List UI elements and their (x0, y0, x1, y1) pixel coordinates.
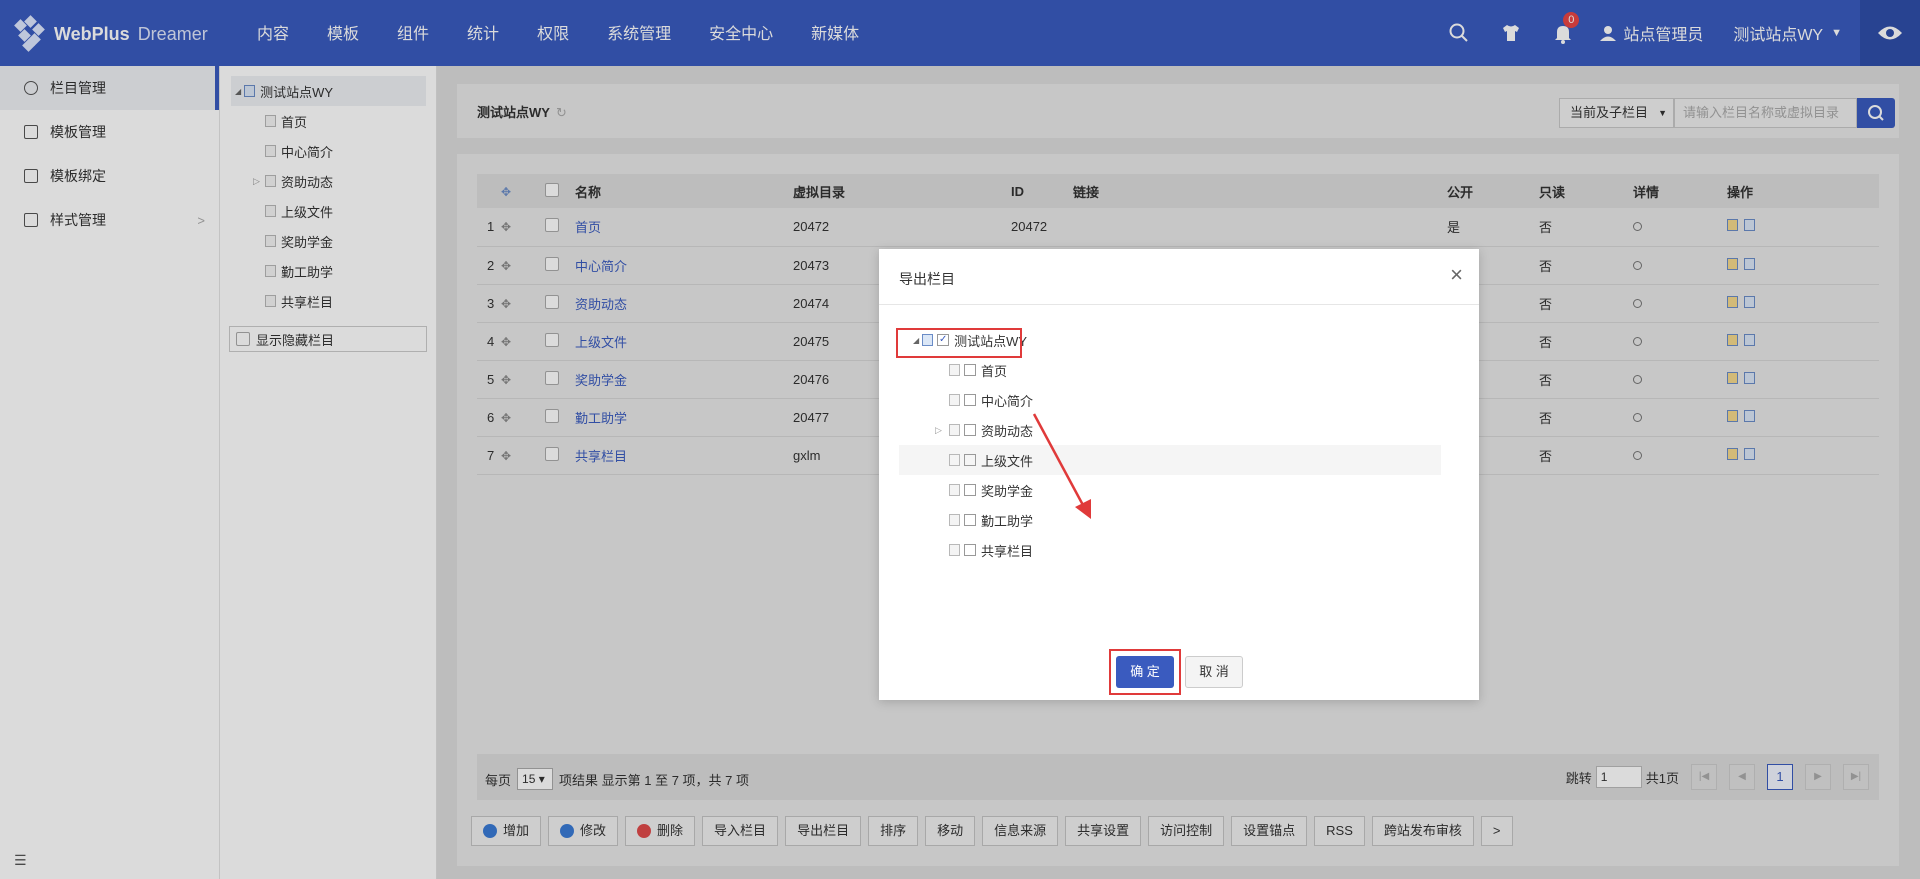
export-column-dialog: 导出栏目 × ◢ ✓ 测试站点WY 首页 中心简介 ▷ 资助动态 上级文件 奖助学… (879, 249, 1479, 700)
annotation-arrow (1032, 413, 1091, 519)
cancel-button[interactable]: 取 消 (1185, 656, 1243, 688)
confirm-button[interactable]: 确 定 (1116, 656, 1174, 688)
